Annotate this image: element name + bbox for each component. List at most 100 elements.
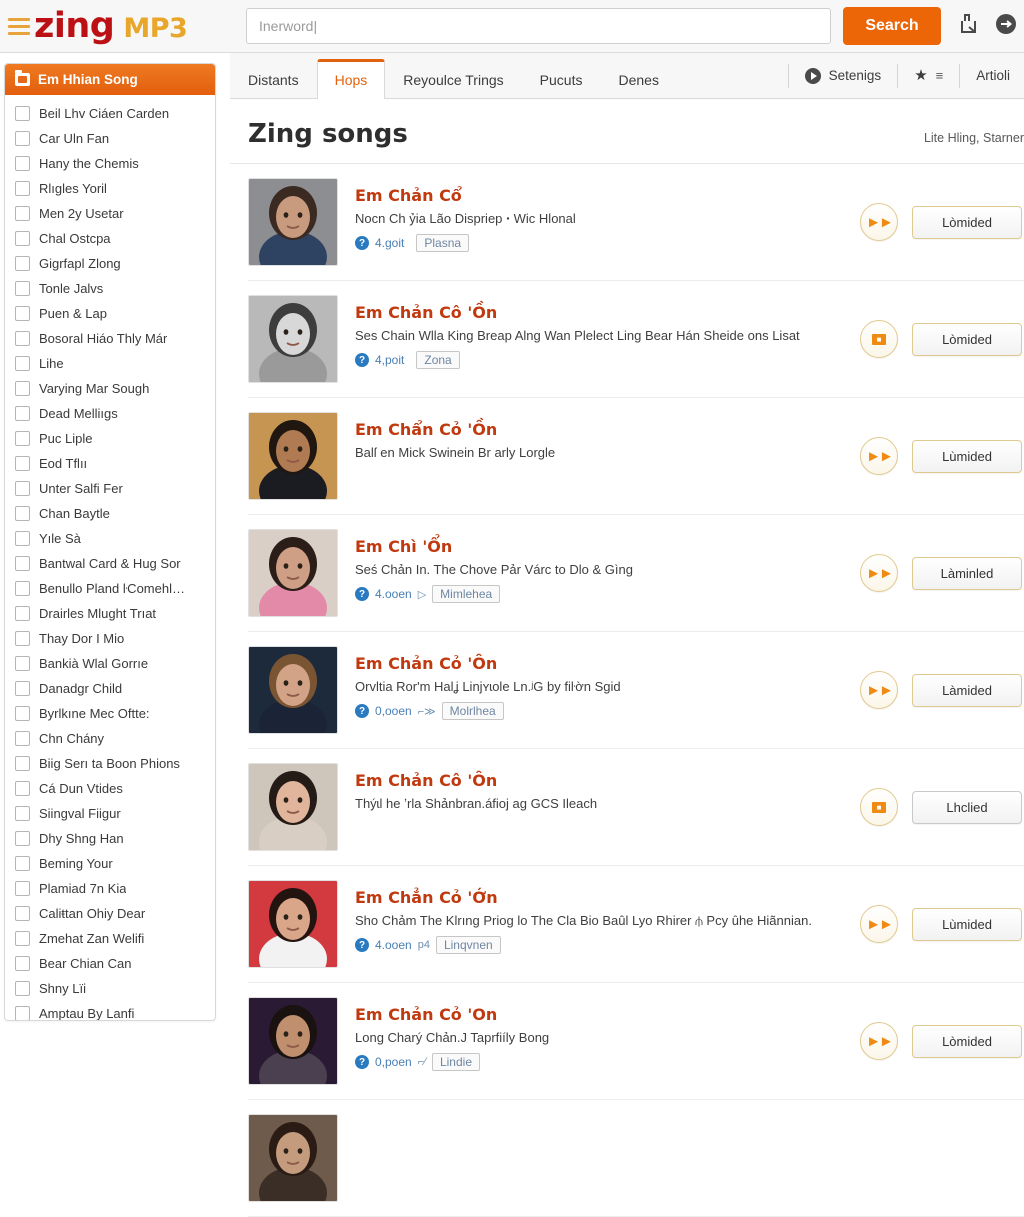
- song-title[interactable]: Em Chẳn Cỏ 'Ớn: [355, 888, 860, 907]
- sidebar-item[interactable]: Thay Dor I Mio: [5, 626, 215, 651]
- sidebar-item-checkbox[interactable]: [15, 731, 30, 746]
- tab-denes[interactable]: Denes: [600, 59, 676, 99]
- song-row[interactable]: Em Chẳn Cỏ 'Ớn Sho Chảm The Klrıng Priog …: [248, 866, 1024, 983]
- sidebar-item-checkbox[interactable]: [15, 131, 30, 146]
- sidebar-item-checkbox[interactable]: [15, 881, 30, 896]
- sidebar-item[interactable]: Chn Chány: [5, 726, 215, 751]
- song-row[interactable]: Em Chì 'Ổn Seś Chản In. The Chove Pảr Vár…: [248, 515, 1024, 632]
- sidebar-item[interactable]: Shny Lïi: [5, 976, 215, 1001]
- song-thumbnail[interactable]: [248, 412, 338, 500]
- sidebar-item[interactable]: Dead Melliıgs: [5, 401, 215, 426]
- sidebar-item[interactable]: Lihe: [5, 351, 215, 376]
- sidebar-item[interactable]: Rlıgles Yoril: [5, 176, 215, 201]
- sidebar-item-checkbox[interactable]: [15, 606, 30, 621]
- song-action-button[interactable]: Lòmided: [912, 1024, 1022, 1058]
- sidebar-item[interactable]: Unter Salfi Fer: [5, 476, 215, 501]
- sidebar-item[interactable]: Bear Chian Can: [5, 951, 215, 976]
- song-play-button[interactable]: ►►: [860, 437, 898, 475]
- song-meta-tag[interactable]: Mimlehea: [432, 585, 501, 603]
- tab-pucuts[interactable]: Pucuts: [522, 59, 601, 99]
- login-arrow-icon[interactable]: [994, 12, 1018, 36]
- sidebar-item-checkbox[interactable]: [15, 156, 30, 171]
- song-play-button[interactable]: ►►: [860, 671, 898, 709]
- sidebar-item[interactable]: Gigrfapl Zlong: [5, 251, 215, 276]
- song-play-button[interactable]: ►►: [860, 1022, 898, 1060]
- sidebar-item-checkbox[interactable]: [15, 506, 30, 521]
- sidebar-item[interactable]: Caliŧtan Ohiy Dear: [5, 901, 215, 926]
- sidebar-item[interactable]: Siingval Fiigur: [5, 801, 215, 826]
- sidebar-item-checkbox[interactable]: [15, 806, 30, 821]
- sidebar-item-checkbox[interactable]: [15, 381, 30, 396]
- song-thumbnail[interactable]: [248, 178, 338, 266]
- song-action-button[interactable]: Làminled: [912, 556, 1022, 590]
- song-row[interactable]: Em Chản Cỏ 'On Long Charý Chản.J Taprfiíl…: [248, 983, 1024, 1100]
- sidebar-item-checkbox[interactable]: [15, 256, 30, 271]
- song-row[interactable]: Em Chản Cỏ 'Ôn Orvltia Ror'm Halʝ Linjʏɩo…: [248, 632, 1024, 749]
- song-meta-tag[interactable]: Molrlhea: [441, 702, 504, 720]
- song-row[interactable]: Em Chản Cổ Nocn Ch ỷia Lão Dispriep ꞏ Wic…: [248, 164, 1024, 281]
- song-row[interactable]: Em Chản Cô 'Ồn Ses Chain Wlla King Breap …: [248, 281, 1024, 398]
- sidebar-item[interactable]: Cá Dun Vtides: [5, 776, 215, 801]
- sidebar-item-checkbox[interactable]: [15, 931, 30, 946]
- song-action-button[interactable]: Lùmided: [912, 907, 1022, 941]
- sidebar-item-checkbox[interactable]: [15, 581, 30, 596]
- sidebar-item-checkbox[interactable]: [15, 406, 30, 421]
- song-thumbnail[interactable]: [248, 1114, 338, 1202]
- song-meta-tag[interactable]: Plasna: [416, 234, 470, 252]
- song-action-button[interactable]: Làmided: [912, 673, 1022, 707]
- song-action-button[interactable]: Lòmided: [912, 322, 1022, 356]
- sidebar-item-checkbox[interactable]: [15, 331, 30, 346]
- song-action-button[interactable]: Lhclied: [912, 790, 1022, 824]
- hamburger-icon[interactable]: [8, 17, 30, 35]
- sidebar-item-checkbox[interactable]: [15, 706, 30, 721]
- sidebar-item-checkbox[interactable]: [15, 956, 30, 971]
- sidebar-item-checkbox[interactable]: [15, 1006, 30, 1020]
- sidebar-item-checkbox[interactable]: [15, 781, 30, 796]
- sidebar-item-checkbox[interactable]: [15, 856, 30, 871]
- song-thumbnail[interactable]: [248, 880, 338, 968]
- tab-distants[interactable]: Distants: [230, 59, 317, 99]
- song-action-button[interactable]: Lùmided: [912, 439, 1022, 473]
- sidebar-item-checkbox[interactable]: [15, 206, 30, 221]
- song-meta-tag[interactable]: Lindie: [431, 1053, 480, 1071]
- song-meta-tag[interactable]: Zona: [416, 351, 460, 369]
- sidebar-item-checkbox[interactable]: [15, 531, 30, 546]
- sidebar-item[interactable]: Biig Serı ta Boon Phions: [5, 751, 215, 776]
- song-row[interactable]: Em Chản Cô 'Ôn Thýɩl he ʼrla Shảnbran.áfi…: [248, 749, 1024, 866]
- brand-logo[interactable]: zing MP3: [34, 6, 188, 46]
- sidebar-item[interactable]: Danadgr Child: [5, 676, 215, 701]
- sidebar-item[interactable]: Benullo Pland ŀComehl…: [5, 576, 215, 601]
- sidebar-item-checkbox[interactable]: [15, 356, 30, 371]
- sidebar-item-checkbox[interactable]: [15, 456, 30, 471]
- song-row[interactable]: [248, 1100, 1024, 1217]
- sidebar-item-checkbox[interactable]: [15, 831, 30, 846]
- sidebar-item[interactable]: Amptau By Lanfi: [5, 1001, 215, 1020]
- sidebar-item[interactable]: Puen & Lap: [5, 301, 215, 326]
- sidebar-item-checkbox[interactable]: [15, 906, 30, 921]
- upload-icon[interactable]: [956, 12, 980, 36]
- tab-hops[interactable]: Hops: [316, 59, 386, 99]
- song-title[interactable]: Em Chản Cổ: [355, 186, 860, 205]
- sidebar-item-checkbox[interactable]: [15, 556, 30, 571]
- search-input[interactable]: [246, 8, 831, 44]
- sidebar-item[interactable]: Puc Liple: [5, 426, 215, 451]
- song-thumbnail[interactable]: [248, 646, 338, 734]
- sidebar-item-checkbox[interactable]: [15, 981, 30, 996]
- sidebar-item[interactable]: Eod Tflıı: [5, 451, 215, 476]
- tab-favorites-filter[interactable]: ★ ≡: [900, 56, 957, 95]
- sidebar-item-checkbox[interactable]: [15, 481, 30, 496]
- song-thumbnail[interactable]: [248, 997, 338, 1085]
- sidebar-item-checkbox[interactable]: [15, 181, 30, 196]
- sidebar-item[interactable]: Dhy Shng Han: [5, 826, 215, 851]
- sidebar-item[interactable]: Yıle Sà: [5, 526, 215, 551]
- song-title[interactable]: Em Chản Cỏ 'On: [355, 1005, 860, 1024]
- sidebar-item[interactable]: Bemіng Your: [5, 851, 215, 876]
- tab-settings[interactable]: Setenigs: [791, 56, 896, 96]
- sidebar-item-checkbox[interactable]: [15, 231, 30, 246]
- tab-reyoulce-trings[interactable]: Reyoulce Trings: [385, 59, 521, 99]
- sidebar-header[interactable]: Em Hhian Song: [5, 64, 215, 95]
- sidebar-item[interactable]: Zmehat Zan Welifi: [5, 926, 215, 951]
- song-play-button[interactable]: ■: [860, 320, 898, 358]
- song-meta-tag[interactable]: Linqvnen: [435, 936, 501, 954]
- song-play-button[interactable]: ►►: [860, 905, 898, 943]
